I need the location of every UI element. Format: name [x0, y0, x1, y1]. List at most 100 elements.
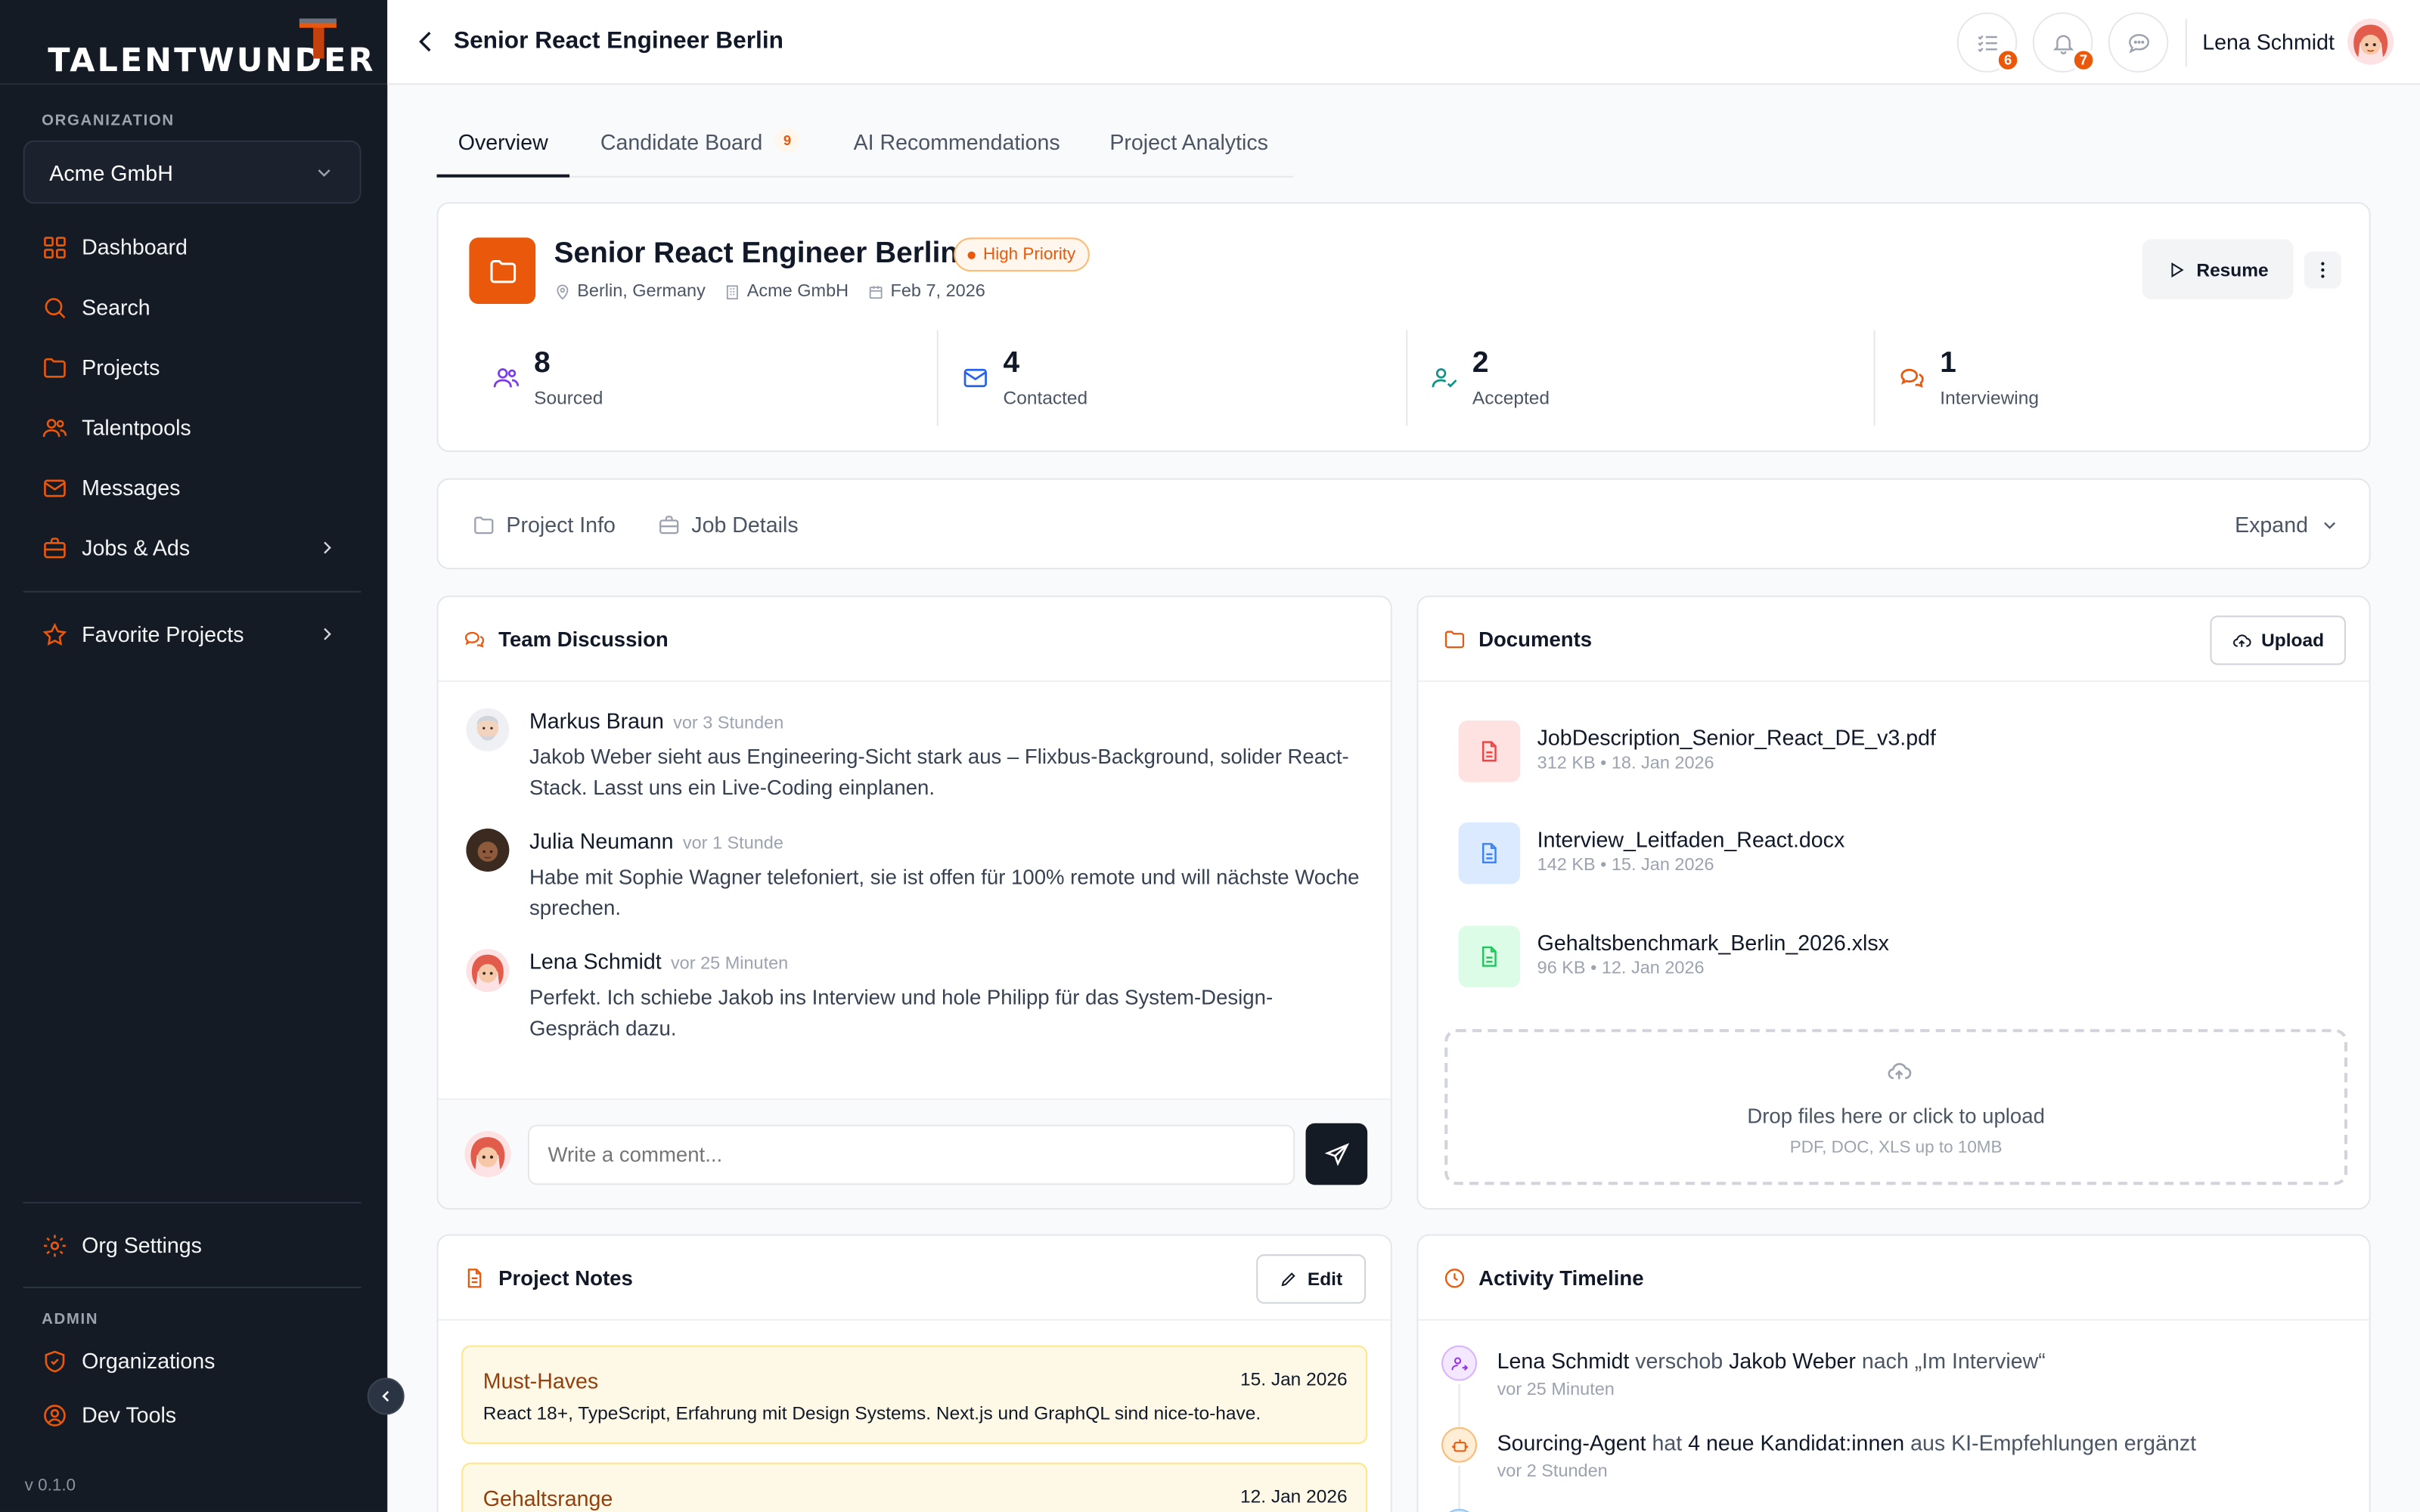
activity-timeline-title: Activity Timeline [1478, 1266, 1644, 1290]
org-select-value: Acme GmbH [49, 160, 173, 184]
job-details-tab[interactable]: Job Details [657, 513, 799, 537]
timeline-rest: nach „Im Interview“ [1861, 1348, 2046, 1374]
nav-talentpools[interactable]: Talentpools [42, 409, 350, 446]
stat-accepted: 2 Accepted [1431, 330, 1894, 426]
pdf-file-icon [1458, 720, 1521, 782]
tab-overview-label: Overview [458, 129, 548, 155]
tasks-count-badge: 6 [1995, 48, 2021, 73]
nav-messages[interactable]: Messages [42, 469, 350, 506]
star-icon [42, 621, 67, 645]
spreadsheet-file-icon [1458, 925, 1521, 988]
cloud-upload-icon [2233, 634, 2251, 646]
resume-button[interactable]: Resume [2142, 239, 2294, 299]
more-options-button[interactable] [2304, 251, 2341, 289]
sidebar-collapse-button[interactable] [367, 1377, 405, 1415]
project-header-card: Senior React Engineer Berlin High Priori… [436, 202, 2371, 452]
tab-ai-recommendations[interactable]: AI Recommendations [854, 117, 1060, 178]
project-company: Acme GmbH [724, 282, 849, 301]
notifications-count-badge: 7 [2071, 48, 2096, 73]
tasks-button[interactable]: 6 [1956, 12, 2021, 73]
document-item[interactable]: JobDescription_Senior_React_DE_v3.pdf 31… [1458, 720, 2323, 782]
project-folder-icon [469, 237, 536, 305]
nav-dev-tools[interactable]: Dev Tools [42, 1396, 350, 1433]
resume-label: Resume [2196, 258, 2269, 280]
search-icon [45, 297, 66, 318]
admin-label: ADMIN [42, 1311, 99, 1329]
send-button[interactable] [1305, 1123, 1368, 1185]
nav-favorite-projects[interactable]: Favorite Projects [42, 615, 350, 652]
tab-project-analytics[interactable]: Project Analytics [1109, 117, 1268, 178]
pencil-icon [1281, 1272, 1295, 1287]
user-circle-icon [44, 1404, 66, 1426]
file-dropzone[interactable]: Drop files here or click to upload PDF, … [1444, 1029, 2348, 1185]
tab-overview[interactable]: Overview [436, 117, 570, 178]
team-discussion-card: Team Discussion Markus Braun vor 3 Stunde… [436, 595, 1392, 1210]
avatar [466, 949, 510, 993]
grid-icon [44, 236, 66, 258]
comment-input[interactable] [527, 1124, 1295, 1185]
more-vertical-icon [2321, 262, 2325, 278]
project-notes-title: Project Notes [498, 1266, 633, 1290]
nav-dashboard[interactable]: Dashboard [42, 228, 350, 265]
user-move-icon [1441, 1345, 1478, 1381]
dropzone-hint: PDF, DOC, XLS up to 10MB [1789, 1139, 2003, 1157]
expand-button[interactable]: Expand [2235, 513, 2341, 537]
mail-icon [44, 479, 66, 497]
edit-notes-button[interactable]: Edit [1256, 1254, 1367, 1304]
folder-icon [1444, 630, 1465, 648]
upload-button[interactable]: Upload [2210, 615, 2347, 665]
project-info-tab[interactable]: Project Info [472, 513, 616, 537]
document-name: Gehaltsbenchmark_Berlin_2026.xlsx [1537, 930, 1889, 956]
back-arrow-icon[interactable] [411, 26, 442, 57]
nav-projects[interactable]: Projects [42, 349, 350, 386]
nav-jobs-ads[interactable]: Jobs & Ads [42, 529, 350, 566]
logo[interactable]: TALENTWUNDER [48, 18, 375, 77]
nav-search-label: Search [82, 294, 150, 320]
tab-candidate-board[interactable]: Candidate Board 9 [600, 117, 800, 178]
stat-interviewing-value: 1 [1940, 347, 1956, 380]
documents-title: Documents [1478, 627, 1593, 651]
stat-divider [1406, 330, 1408, 426]
chat-button[interactable] [2108, 12, 2169, 73]
dropzone-text: Drop files here or click to upload [1747, 1105, 2045, 1128]
note-item[interactable]: Gehaltsrange 12. Jan 2026 [461, 1462, 1368, 1512]
nav-jobs-ads-label: Jobs & Ads [82, 535, 191, 560]
notifications-button[interactable]: 7 [2032, 12, 2096, 73]
message-time: vor 3 Stunden [673, 714, 784, 733]
nav-organizations-label: Organizations [82, 1348, 216, 1374]
avatar [464, 1130, 511, 1178]
checklist-icon [1977, 34, 1996, 52]
document-item[interactable]: Interview_Leitfaden_React.docx 142 KB • … [1458, 822, 2323, 885]
project-location-text: Berlin, Germany [577, 282, 706, 301]
nav-dashboard-label: Dashboard [82, 234, 188, 259]
timeline-rest: aus KI-Empfehlungen ergänzt [1910, 1430, 2197, 1455]
user-avatar[interactable] [2347, 18, 2394, 65]
message-author: Lena Schmidt vor 25 Minuten [529, 949, 788, 974]
note-date: 12. Jan 2026 [1239, 1486, 1348, 1507]
clock-icon [1444, 1268, 1465, 1287]
building-icon [726, 284, 738, 299]
user-name[interactable]: Lena Schmidt [2202, 29, 2335, 54]
stat-sourced-label: Sourced [534, 387, 603, 409]
nav-org-settings[interactable]: Org Settings [42, 1226, 350, 1263]
timeline-verb: verschob [1635, 1348, 1723, 1374]
note-item[interactable]: Must-Haves 15. Jan 2026 React 18+, TypeS… [461, 1345, 1368, 1445]
message-author-name: Lena Schmidt [529, 949, 662, 974]
timeline-connector [1458, 1465, 1460, 1512]
nav-org-settings-label: Org Settings [82, 1232, 202, 1258]
shield-icon [45, 1349, 65, 1372]
org-select[interactable]: Acme GmbH [23, 140, 361, 204]
stat-sourced: 8 Sourced [492, 330, 955, 426]
chevron-right-icon [324, 541, 331, 554]
nav-search[interactable]: Search [42, 289, 350, 326]
calendar-icon [869, 285, 883, 299]
project-notes-header: Project Notes [438, 1236, 1391, 1321]
document-icon [467, 1268, 482, 1287]
note-text: React 18+, TypeScript, Erfahrung mit Des… [482, 1402, 1261, 1424]
project-location: Berlin, Germany [554, 282, 706, 301]
nav-organizations[interactable]: Organizations [42, 1342, 350, 1379]
chat-bubble-icon [2128, 33, 2149, 53]
document-item[interactable]: Gehaltsbenchmark_Berlin_2026.xlsx 96 KB … [1458, 925, 2323, 988]
nav-favorite-projects-label: Favorite Projects [82, 621, 244, 647]
app-root: TALENTWUNDER ORGANIZATION Acme GmbH Dash… [0, 0, 2420, 1512]
